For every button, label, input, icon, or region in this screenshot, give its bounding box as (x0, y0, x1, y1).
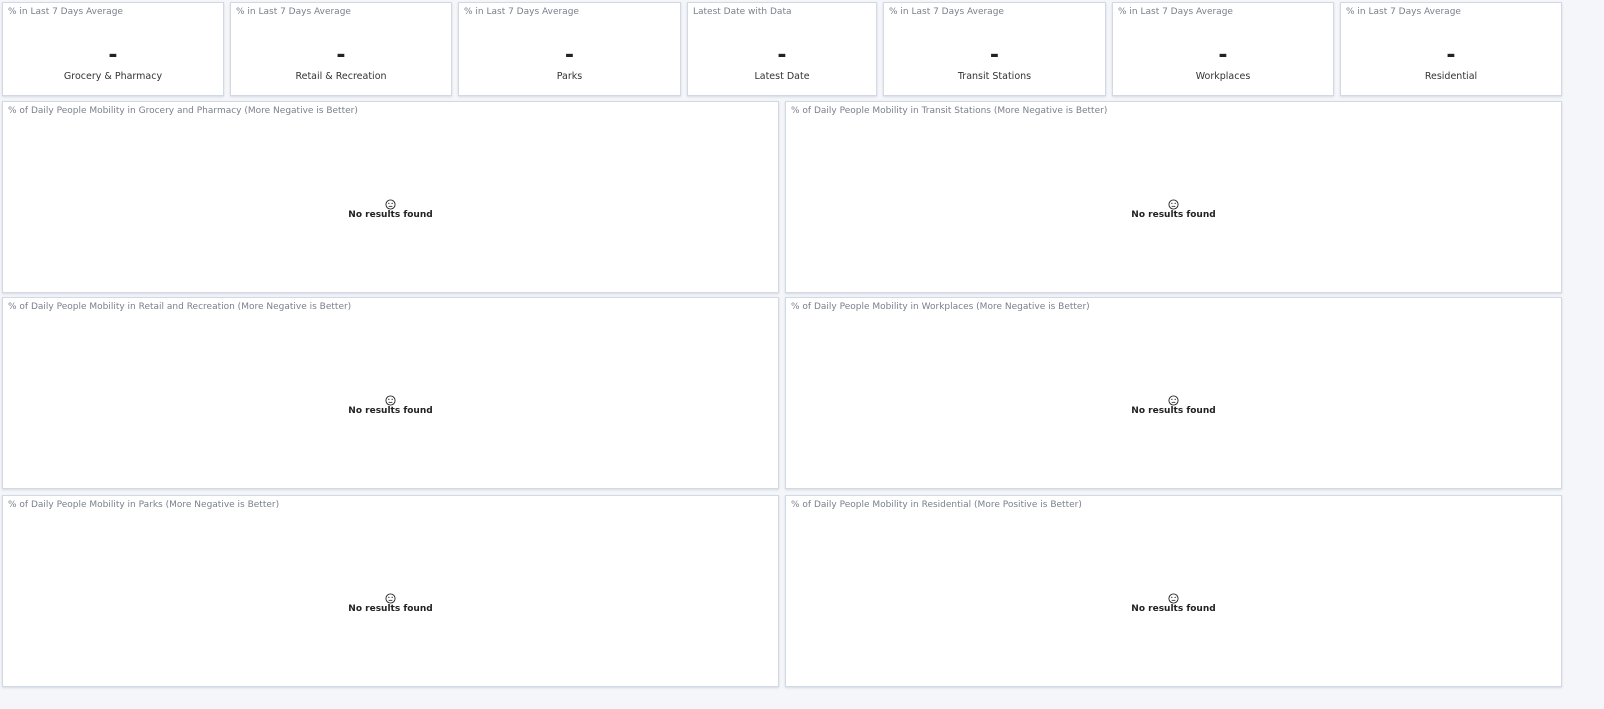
stat-label: Workplaces (1195, 71, 1251, 82)
stat-value: - (1446, 43, 1456, 68)
no-results-message: No results found (786, 199, 1561, 220)
no-results-message: No results found (3, 199, 778, 220)
chart-card-retail-recreation[interactable]: % of Daily People Mobility in Retail and… (2, 297, 779, 489)
stat-label: Grocery & Pharmacy (63, 71, 163, 82)
stat-value: - (108, 43, 118, 68)
chart-card-residential[interactable]: % of Daily People Mobility in Residentia… (785, 495, 1562, 687)
chart-card-parks[interactable]: % of Daily People Mobility in Parks (Mor… (2, 495, 779, 687)
no-results-text: No results found (1131, 406, 1216, 416)
stat-card-title: % in Last 7 Days Average (8, 7, 123, 17)
chart-card-workplaces[interactable]: % of Daily People Mobility in Workplaces… (785, 297, 1562, 489)
stat-card-transit-stations[interactable]: % in Last 7 Days Average - Transit Stati… (883, 2, 1106, 96)
stat-card-title: Latest Date with Data (693, 7, 792, 17)
stat-card-retail-recreation[interactable]: % in Last 7 Days Average - Retail & Recr… (230, 2, 452, 96)
stat-card-workplaces[interactable]: % in Last 7 Days Average - Workplaces (1112, 2, 1334, 96)
neutral-face-icon (1168, 199, 1179, 210)
stat-value: - (336, 43, 346, 68)
no-results-text: No results found (348, 210, 433, 220)
stat-value: - (1218, 43, 1228, 68)
chart-card-transit-stations[interactable]: % of Daily People Mobility in Transit St… (785, 101, 1562, 293)
neutral-face-icon (385, 593, 396, 604)
stat-card-residential[interactable]: % in Last 7 Days Average - Residential (1340, 2, 1562, 96)
stat-card-grocery-pharmacy[interactable]: % in Last 7 Days Average - Grocery & Pha… (2, 2, 224, 96)
neutral-face-icon (385, 199, 396, 210)
chart-title: % of Daily People Mobility in Parks (Mor… (8, 500, 280, 510)
neutral-face-icon (1168, 395, 1179, 406)
chart-title: % of Daily People Mobility in Grocery an… (8, 106, 358, 116)
no-results-message: No results found (3, 593, 778, 614)
stat-card-title: % in Last 7 Days Average (889, 7, 1004, 17)
no-results-text: No results found (1131, 604, 1216, 614)
no-results-message: No results found (786, 395, 1561, 416)
chart-title: % of Daily People Mobility in Residentia… (791, 500, 1082, 510)
no-results-text: No results found (1131, 210, 1216, 220)
stat-value: - (564, 43, 575, 68)
stat-card-title: % in Last 7 Days Average (464, 7, 579, 17)
stat-label: Retail & Recreation (295, 71, 387, 82)
chart-card-grocery-pharmacy[interactable]: % of Daily People Mobility in Grocery an… (2, 101, 779, 293)
stat-card-latest-date[interactable]: Latest Date with Data - Latest Date (687, 2, 877, 96)
no-results-text: No results found (348, 406, 433, 416)
stat-value: - (989, 43, 1000, 68)
neutral-face-icon (1168, 593, 1179, 604)
no-results-message: No results found (786, 593, 1561, 614)
no-results-message: No results found (3, 395, 778, 416)
no-results-text: No results found (348, 604, 433, 614)
stat-value: - (777, 43, 787, 68)
stat-label: Parks (556, 71, 583, 82)
chart-title: % of Daily People Mobility in Transit St… (791, 106, 1108, 116)
stat-label: Latest Date (754, 71, 810, 82)
stat-card-title: % in Last 7 Days Average (1118, 7, 1233, 17)
dashboard: % in Last 7 Days Average - Grocery & Pha… (0, 0, 1604, 709)
stat-card-title: % in Last 7 Days Average (1346, 7, 1461, 17)
stat-label: Residential (1424, 71, 1478, 82)
neutral-face-icon (385, 395, 396, 406)
stat-card-title: % in Last 7 Days Average (236, 7, 351, 17)
chart-title: % of Daily People Mobility in Retail and… (8, 302, 352, 312)
stat-label: Transit Stations (957, 71, 1032, 82)
stat-card-parks[interactable]: % in Last 7 Days Average - Parks (458, 2, 681, 96)
chart-title: % of Daily People Mobility in Workplaces… (791, 302, 1090, 312)
